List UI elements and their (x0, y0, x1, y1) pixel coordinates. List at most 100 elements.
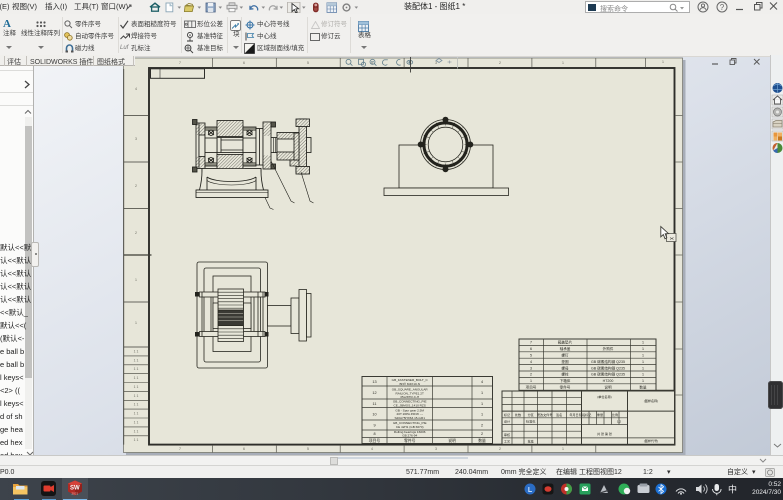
svg-text:5: 5 (307, 447, 309, 451)
svg-text:3: 3 (135, 137, 137, 141)
svg-text:1 1: 1 1 (134, 421, 139, 425)
svg-text:设计: 设计 (504, 419, 510, 424)
svg-text:1: 1 (481, 412, 483, 416)
svg-text:1 1: 1 1 (134, 358, 139, 362)
svg-text:1 1: 1 1 (134, 394, 139, 398)
svg-text:1: 1 (642, 366, 644, 370)
svg-text:CE_JBMGS_1410 RZS: CE_JBMGS_1410 RZS (394, 403, 426, 407)
svg-text:6: 6 (243, 447, 245, 451)
svg-text:GB 碳素结构钢 Q235: GB 碳素结构钢 Q235 (591, 359, 625, 364)
svg-text:1: 1 (562, 61, 564, 65)
svg-text:下箱体: 下箱体 (560, 378, 571, 383)
svg-text:批准: 批准 (528, 439, 534, 444)
svg-text:共 张 第 张: 共 张 第 张 (597, 431, 612, 436)
svg-text:1 1: 1 1 (134, 429, 139, 433)
svg-text:1: 1 (530, 379, 532, 383)
svg-text:1 1: 1 1 (134, 367, 139, 371)
svg-text:1 1: 1 1 (134, 412, 139, 416)
svg-text:外购件: 外购件 (603, 346, 614, 351)
svg-text:1: 1 (135, 321, 137, 325)
svg-text:数量: 数量 (639, 385, 647, 390)
svg-text:说明: 说明 (604, 385, 612, 390)
svg-text:比例: 比例 (612, 412, 618, 417)
svg-text:1 1: 1 1 (134, 403, 139, 407)
svg-text:1: 1 (642, 360, 644, 364)
svg-text:5: 5 (530, 354, 532, 358)
svg-text:11: 11 (373, 402, 377, 406)
svg-text:工艺: 工艺 (504, 439, 510, 444)
svg-text:1: 1 (135, 278, 137, 282)
svg-text:1: 1 (481, 402, 483, 406)
svg-text:零件号: 零件号 (560, 385, 571, 390)
svg-text:2021: 2021 (71, 492, 78, 496)
svg-text:2: 2 (481, 432, 483, 436)
svg-text:垫圈: 垫圈 (561, 359, 569, 364)
svg-text:1: 1 (642, 373, 644, 377)
svg-text:2: 2 (530, 373, 532, 377)
svg-text:1: 1 (562, 447, 564, 451)
svg-text:轴承盖: 轴承盖 (560, 346, 571, 351)
svg-text:1: 1 (481, 391, 483, 395)
svg-text:2: 2 (135, 231, 137, 235)
svg-text:9: 9 (373, 424, 375, 428)
svg-text:分区: 分区 (528, 412, 534, 417)
svg-text:2: 2 (499, 447, 501, 451)
svg-text:A: A (189, 32, 192, 37)
svg-text:1 1: 1 1 (134, 385, 139, 389)
svg-text:GB 碳素结构钢 Q235: GB 碳素结构钢 Q235 (591, 365, 625, 370)
svg-text:L: L (528, 487, 533, 494)
svg-text:螺钉: 螺钉 (561, 353, 569, 358)
svg-text:6: 6 (243, 61, 245, 65)
svg-text:5: 5 (307, 61, 309, 65)
svg-text:重量: 重量 (597, 412, 603, 417)
svg-text:7: 7 (530, 341, 532, 345)
svg-text:零件号: 零件号 (404, 438, 416, 443)
svg-text:中: 中 (728, 484, 737, 495)
svg-text:审核: 审核 (504, 432, 510, 437)
svg-text:2: 2 (481, 424, 483, 428)
svg-text:1: 1 (642, 354, 644, 358)
svg-text:1 1: 1 1 (134, 376, 139, 380)
svg-text:1: 1 (662, 60, 664, 64)
svg-text:(单位名称): (单位名称) (597, 394, 611, 399)
svg-text:数量: 数量 (478, 438, 486, 443)
svg-text:3: 3 (530, 366, 532, 370)
svg-text:4: 4 (530, 360, 532, 364)
svg-text:12: 12 (372, 391, 376, 395)
svg-text:1:2: 1:2 (617, 420, 622, 424)
svg-text:(图样代号): (图样代号) (644, 438, 658, 443)
svg-text:4: 4 (481, 380, 483, 384)
svg-text:1 1: 1 1 (134, 438, 139, 442)
svg-text:标记: 标记 (504, 412, 510, 417)
svg-text:HT200: HT200 (603, 379, 614, 383)
svg-text:35x28TR-C-H: 35x28TR-C-H (400, 395, 419, 399)
svg-text:4: 4 (135, 87, 137, 91)
svg-text:GB 276-94: GB 276-94 (402, 433, 417, 437)
svg-text:箱盖垫片: 箱盖垫片 (558, 340, 573, 345)
svg-text:2: 2 (135, 184, 137, 188)
svg-text:签名: 签名 (556, 412, 562, 417)
svg-text:13: 13 (372, 380, 376, 384)
svg-text:1: 1 (642, 379, 644, 383)
svg-text:螺栓: 螺栓 (561, 372, 569, 377)
svg-text:标准化: 标准化 (526, 419, 535, 424)
svg-text:7: 7 (179, 447, 181, 451)
svg-text:10: 10 (372, 412, 376, 416)
svg-text:1: 1 (642, 341, 644, 345)
svg-text:1 1: 1 1 (134, 350, 139, 354)
svg-text:螺母: 螺母 (561, 365, 569, 370)
svg-text:3: 3 (435, 447, 437, 451)
svg-text:1: 1 (642, 347, 644, 351)
svg-text:阶段标记: 阶段标记 (579, 412, 591, 417)
svg-text:项目号: 项目号 (526, 385, 537, 390)
svg-text:项目号: 项目号 (369, 438, 381, 443)
svg-text:6: 6 (530, 347, 532, 351)
svg-text:BN® M4X10-N: BN® M4X10-N (399, 382, 420, 386)
svg-text:3: 3 (435, 61, 437, 65)
svg-text:GB 碳素结构钢 Q235: GB 碳素结构钢 Q235 (591, 372, 625, 377)
svg-text:更改文件号: 更改文件号 (537, 412, 552, 417)
svg-text:CE 42H1 (GB 6670): CE 42H1 (GB 6670) (396, 425, 424, 429)
svg-text:S20A75HX63.15-GR1: S20A75HX63.15-GR1 (394, 416, 425, 420)
svg-text:?: ? (720, 3, 725, 12)
svg-text:4: 4 (371, 447, 373, 451)
